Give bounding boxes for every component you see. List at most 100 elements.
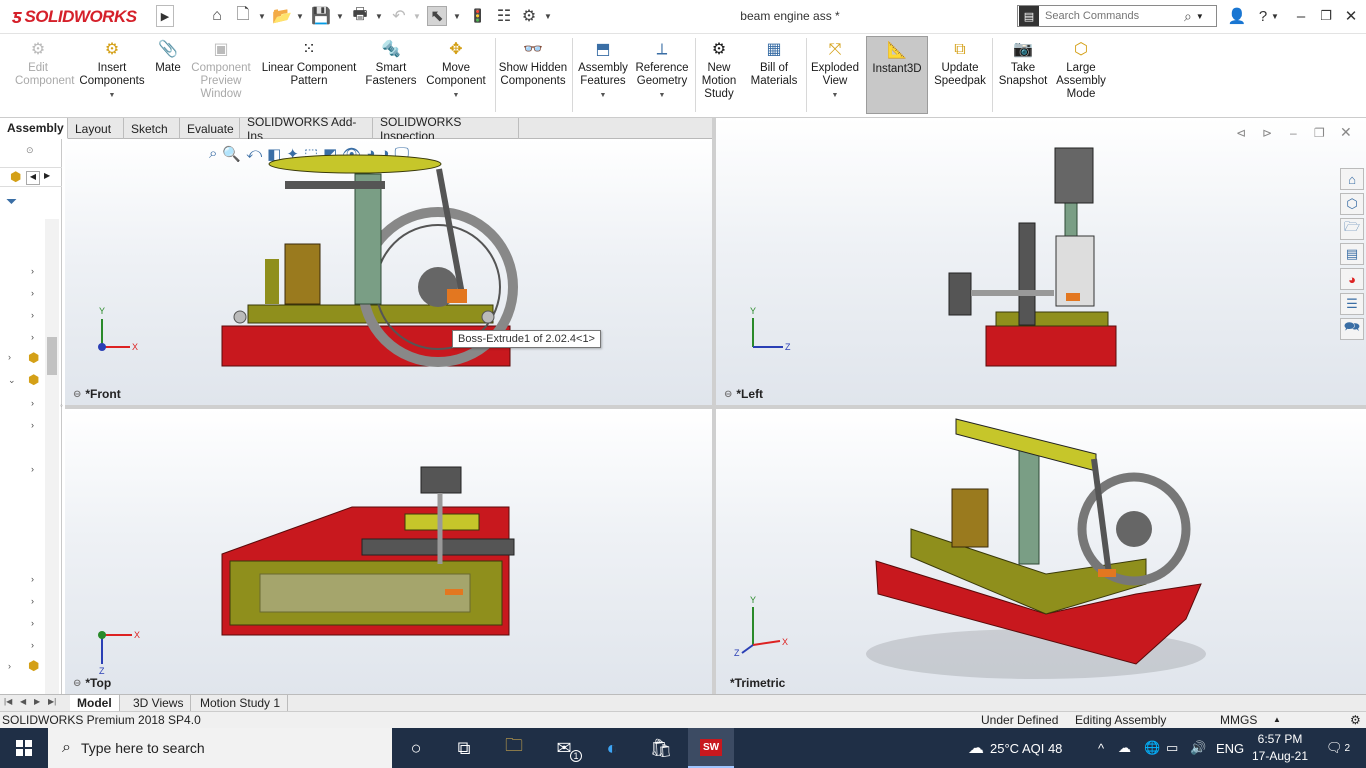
tab-layout[interactable]: Layout <box>68 118 124 139</box>
resize-grip-icon[interactable]: ⚙ <box>1350 713 1361 727</box>
chevron-down-icon[interactable]: ▼ <box>600 89 607 102</box>
panel-handle-icon[interactable]: ⊙ <box>26 145 34 156</box>
tree-expand-icon[interactable]: › <box>31 618 34 628</box>
user-account-icon[interactable]: 👤 <box>1226 6 1248 26</box>
reference-geometry-button[interactable]: ⟂ Reference Geometry ▼ <box>632 38 692 102</box>
undo-dropdown-icon[interactable]: ▼ <box>412 6 422 26</box>
tree-expand-icon[interactable]: › <box>8 661 11 671</box>
chevron-down-icon[interactable]: ▼ <box>832 89 839 102</box>
file-explorer-icon[interactable]: 🗁 <box>1340 218 1364 240</box>
units-dropdown-icon[interactable]: ▲ <box>1273 715 1281 724</box>
task-view-icon[interactable]: ⧉ <box>450 734 478 762</box>
edge-browser-icon[interactable]: ◐ <box>598 734 626 762</box>
tree-expand-icon[interactable]: › <box>31 266 34 276</box>
take-snapshot-button[interactable]: 📷 Take Snapshot <box>996 38 1050 88</box>
viewport-trimetric[interactable]: Y X Z *Trimetric <box>716 409 1366 694</box>
tab-evaluate[interactable]: Evaluate <box>180 118 240 139</box>
large-assembly-mode-button[interactable]: ⬡ Large Assembly Mode <box>1054 38 1108 101</box>
assembly-features-button[interactable]: ⬒ Assembly Features ▼ <box>576 38 630 102</box>
smart-fasteners-button[interactable]: 🔩 Smart Fasteners <box>364 38 418 88</box>
tab-motion-study-1[interactable]: Motion Study 1 <box>193 695 289 711</box>
battery-icon[interactable]: ▭ <box>1166 728 1178 768</box>
select-dropdown-icon[interactable]: ▼ <box>452 6 462 26</box>
taskbar-search-box[interactable]: ⌕ Type here to search <box>48 728 392 768</box>
feature-tree-scrollbar[interactable] <box>45 219 59 729</box>
search-dropdown-icon[interactable]: ▼ <box>1196 12 1204 21</box>
last-tab-icon[interactable]: ▶| <box>48 697 56 706</box>
new-motion-study-button[interactable]: ⚙ New Motion Study <box>698 38 740 101</box>
save-icon[interactable]: 💾 <box>311 6 331 26</box>
tree-expand-icon[interactable]: › <box>31 640 34 650</box>
link-views-icon[interactable]: ⊖ <box>73 678 81 689</box>
component-preview-window-button[interactable]: ▣ Component Preview Window <box>188 38 254 101</box>
viewport-left[interactable]: ⊲ ⊳ – ❐ ✕ Y Z ⊖ *Left <box>716 118 1366 405</box>
tab-solidworks-add-ins[interactable]: SOLIDWORKS Add-Ins <box>240 115 373 143</box>
move-component-button[interactable]: ✥ Move Component ▼ <box>422 38 490 102</box>
minimize-button[interactable]: – <box>1290 6 1312 26</box>
notification-center-icon[interactable]: 🗨 2 <box>1326 728 1350 768</box>
solidworks-logo[interactable]: ƽ SOLIDWORKS <box>12 3 137 31</box>
undo-icon[interactable]: ↶ <box>389 6 409 26</box>
options-gear-icon[interactable]: ⚙ <box>519 6 539 26</box>
system-clock[interactable]: 6:57 PM 17-Aug-21 <box>1244 731 1316 765</box>
cortana-icon[interactable]: ○ <box>402 734 430 762</box>
unit-system[interactable]: MMGS <box>1220 713 1257 727</box>
insert-components-button[interactable]: ⚙ Insert Components ▼ <box>76 38 148 102</box>
filter-icon[interactable]: ⏷ <box>6 193 17 210</box>
search-scope-icon[interactable]: ▤ <box>1019 6 1039 26</box>
home-icon[interactable]: ⌂ <box>207 6 227 26</box>
next-tab-icon[interactable]: ▶ <box>34 697 40 706</box>
subassembly-icon[interactable]: ⬢ <box>28 350 39 366</box>
link-views-icon[interactable]: ⊖ <box>724 389 732 400</box>
tree-expand-icon[interactable]: › <box>8 352 11 362</box>
tab-scroll-left-icon[interactable]: ◀ <box>26 171 40 185</box>
show-hidden-icons[interactable]: ^ <box>1098 728 1104 768</box>
file-explorer-icon[interactable]: 🗀 <box>500 734 528 762</box>
tab-sketch[interactable]: Sketch <box>124 118 180 139</box>
search-input[interactable] <box>1039 10 1184 22</box>
linear-component-pattern-button[interactable]: ⁙ Linear Component Pattern <box>258 38 360 88</box>
viewport-front[interactable]: ⌕ 🔍 ⤺ ◧ ✦ ⬚ ◩ 👁 ◕ ◑ 🖵 Y X Boss-Extrude1 … <box>65 139 712 405</box>
tree-collapse-icon[interactable]: ⌄ <box>8 375 16 386</box>
network-icon[interactable]: 🌐 <box>1144 728 1160 768</box>
menu-expand-arrow[interactable]: ▶ <box>156 5 174 27</box>
exploded-view-button[interactable]: ⤧ Exploded View ▼ <box>808 38 862 102</box>
new-dropdown-icon[interactable]: ▼ <box>257 6 267 26</box>
volume-icon[interactable]: 🔊 <box>1190 728 1206 768</box>
tree-expand-icon[interactable]: › <box>31 574 34 584</box>
tree-expand-icon[interactable]: › <box>31 310 34 320</box>
bill-of-materials-button[interactable]: ▦ Bill of Materials <box>748 38 800 88</box>
tab-model[interactable]: Model <box>70 695 120 711</box>
show-hidden-components-button[interactable]: 👓 Show Hidden Components <box>498 38 568 88</box>
subassembly-icon[interactable]: ⬢ <box>28 658 39 674</box>
viewport-top[interactable]: X Z ⊖ *Top <box>65 409 712 694</box>
panel-splitter-handle[interactable]: ◦ <box>60 401 63 410</box>
solidworks-forum-icon[interactable]: 🗪 <box>1340 318 1364 340</box>
restore-button[interactable]: ❐ <box>1315 6 1337 26</box>
view-palette-icon[interactable]: ▤ <box>1340 243 1364 265</box>
close-button[interactable]: ✕ <box>1340 6 1362 26</box>
tree-expand-icon[interactable]: › <box>31 596 34 606</box>
previous-tab-icon[interactable]: ◀ <box>20 697 26 706</box>
tree-expand-icon[interactable]: › <box>31 398 34 408</box>
update-speedpak-button[interactable]: ⧉ Update Speedpak <box>932 38 988 88</box>
tree-expand-icon[interactable]: › <box>31 332 34 342</box>
solidworks-taskbar-icon[interactable]: SW <box>688 728 734 768</box>
file-properties-icon[interactable]: ☷ <box>494 6 514 26</box>
open-dropdown-icon[interactable]: ▼ <box>295 6 305 26</box>
tree-expand-icon[interactable]: › <box>31 464 34 474</box>
design-library-icon[interactable]: ⬡ <box>1340 193 1364 215</box>
microsoft-store-icon[interactable]: 🛍 <box>647 734 675 762</box>
mail-icon[interactable]: ✉ 1 <box>550 734 582 762</box>
mate-button[interactable]: 📎 Mate <box>151 38 185 75</box>
subassembly-icon[interactable]: ⬢ <box>28 372 39 388</box>
assembly-tree-icon[interactable]: ⬢ <box>10 169 21 185</box>
first-tab-icon[interactable]: |◀ <box>4 697 12 706</box>
scrollbar-thumb[interactable] <box>47 337 57 375</box>
chevron-down-icon[interactable]: ▼ <box>659 89 666 102</box>
rebuild-traffic-light-icon[interactable]: 🚦 <box>468 6 488 26</box>
tab-solidworks-inspection[interactable]: SOLIDWORKS Inspection <box>373 115 519 143</box>
print-icon[interactable]: 🖶 <box>350 6 370 26</box>
chevron-down-icon[interactable]: ▼ <box>453 89 460 102</box>
tree-expand-icon[interactable]: › <box>31 420 34 430</box>
